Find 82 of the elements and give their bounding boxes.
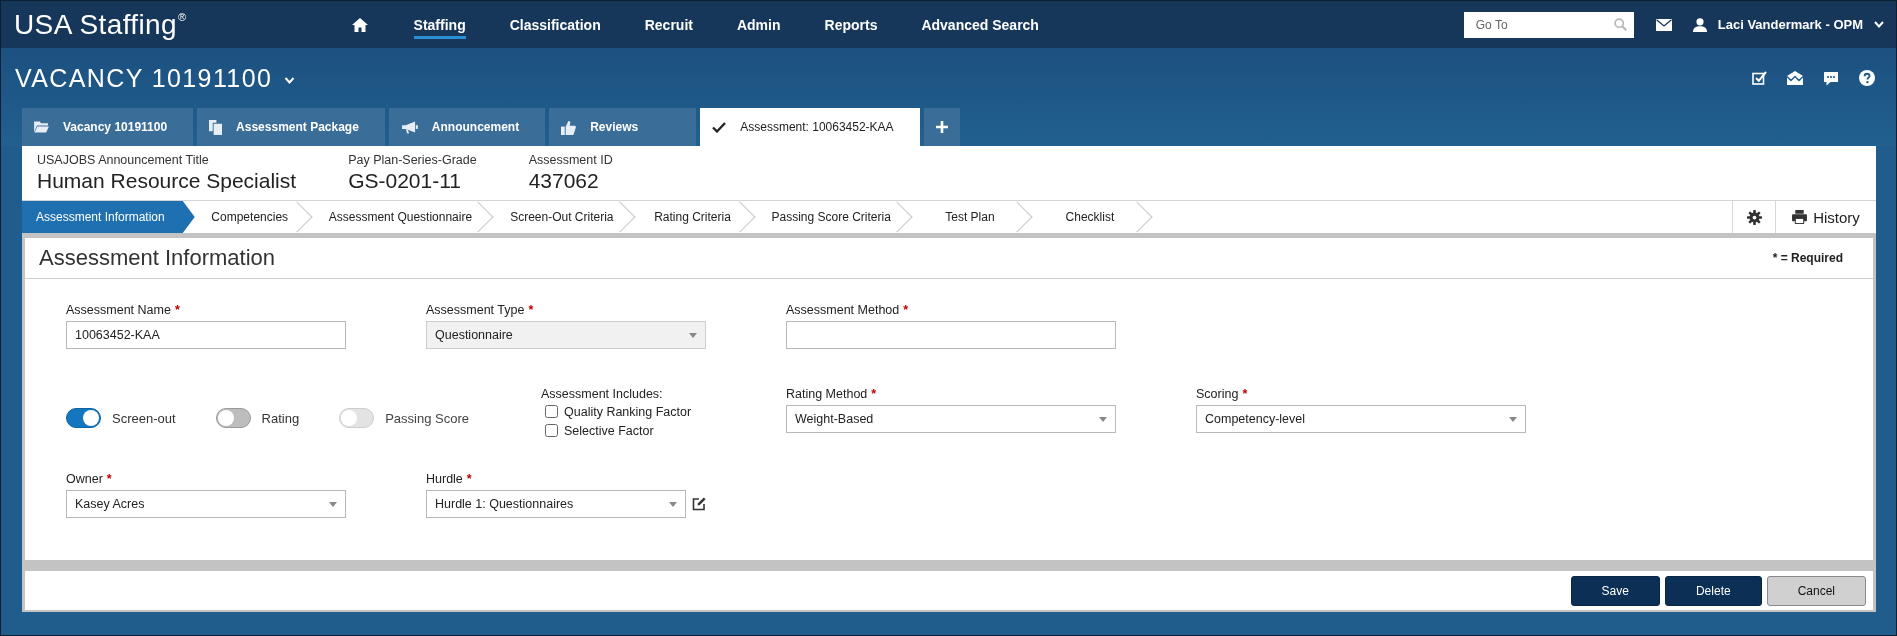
nav-link[interactable]: Staffing [413,10,466,39]
speech-bubble-icon[interactable] [1823,70,1839,86]
action-button[interactable]: Save [1570,575,1660,606]
tab[interactable]: Assessment: 10063452-KAA [700,108,920,146]
home-icon[interactable] [351,17,368,32]
action-button[interactable]: Cancel [1766,575,1866,606]
envelope-icon[interactable] [1655,18,1672,31]
summary-value: GS-0201-11 [348,168,462,193]
summary-label: Assessment ID [528,153,613,168]
summary-value: 437062 [528,168,600,193]
toggle-switch[interactable] [66,408,101,428]
field-label: Scoring * [1196,387,1249,402]
field-label: Assessment Method * [786,303,910,318]
caret-icon [1099,416,1107,422]
vacancy-title[interactable]: VACANCY 10191100 [15,63,273,93]
edit-icon[interactable] [692,497,706,511]
field-label: Owner * [66,472,113,487]
check-icon [712,121,727,133]
toggle-switch[interactable] [215,408,251,428]
tab[interactable]: Assessment Package [197,108,385,146]
field-label: Assessment Name * [66,303,181,318]
nav-link[interactable]: Reports [824,10,878,39]
user-icon [1692,17,1707,32]
search-field[interactable]: Go To [1463,11,1634,38]
step-tab[interactable]: Passing Score Criteria [757,201,915,233]
checkbox-label: Selective Factor [564,423,654,438]
tab[interactable]: Announcement [388,108,546,146]
caret-icon [329,501,337,507]
section-title: Assessment Information [39,245,275,271]
caret-icon [689,332,697,338]
toggle-label: Screen-out [112,410,176,426]
required-note: * = Required [1772,251,1843,265]
add-tab-button[interactable] [923,108,960,146]
field-label: Rating Method * [786,387,878,402]
plus-icon [935,121,948,133]
thumbs-up-icon [561,119,577,135]
select-field[interactable]: Weight-Based [786,405,1116,433]
user-menu[interactable]: Laci Vandermark - OPM [1717,17,1863,32]
field-label: Hurdle * [426,472,473,487]
nav-link[interactable]: Classification [509,10,601,39]
select-field[interactable]: Competency-level [1196,405,1526,433]
step-tab[interactable]: Checklist [1034,201,1155,233]
field-label: Assessment Type * [426,303,535,318]
documents-icon [209,119,223,135]
checkbox[interactable] [545,424,558,437]
megaphone-icon [400,120,418,134]
text-field[interactable]: 10063452-KAA [66,321,346,349]
step-tab[interactable]: Assessment Information [22,201,195,233]
step-tab[interactable]: Test Plan [914,201,1035,233]
nav-link[interactable]: Admin [736,10,781,39]
text-field[interactable] [786,321,1116,349]
checkbox-icon[interactable] [1752,71,1767,85]
checkbox-label: Quality Ranking Factor [564,404,692,419]
toggle-label: Passing Score [385,410,469,426]
tab[interactable]: Vacancy 10191100 [22,108,194,146]
nav-link[interactable]: Advanced Search [921,10,1039,39]
select-field[interactable]: Hurdle 1: Questionnaires [426,490,686,518]
summary-label: Pay Plan-Series-Grade [348,153,477,168]
step-tab[interactable]: Competencies [194,201,315,233]
summary-value: Human Resource Specialist [37,168,297,193]
logo-text[interactable]: USA Staffing$^{®}$ [14,10,187,39]
tab[interactable]: Reviews [549,108,697,146]
chevron-down-icon[interactable] [284,77,296,84]
open-envelope-icon[interactable] [1787,71,1803,85]
summary-label: USAJOBS Announcement Title [37,153,210,168]
nav-link[interactable]: Recruit [644,10,693,39]
toggle-label: Rating [261,410,300,426]
search-icon [1613,18,1627,31]
step-tab[interactable]: Rating Criteria [637,201,758,233]
checkbox[interactable] [545,405,558,418]
action-button[interactable]: Delete [1664,575,1762,606]
caret-icon [669,501,677,507]
step-tab[interactable]: Screen-Out Criteria [496,201,638,233]
chevron-down-icon[interactable] [1874,21,1884,28]
folder-icon [34,121,49,133]
group-label: Assessment Includes: [541,387,664,402]
caret-icon [1509,416,1517,422]
help-icon[interactable] [1859,70,1875,86]
select-field[interactable]: Kasey Acres [66,490,346,518]
printer-icon [1792,210,1808,224]
step-tab[interactable]: Assessment Questionnaire [314,201,497,233]
settings-icon [1746,209,1762,225]
